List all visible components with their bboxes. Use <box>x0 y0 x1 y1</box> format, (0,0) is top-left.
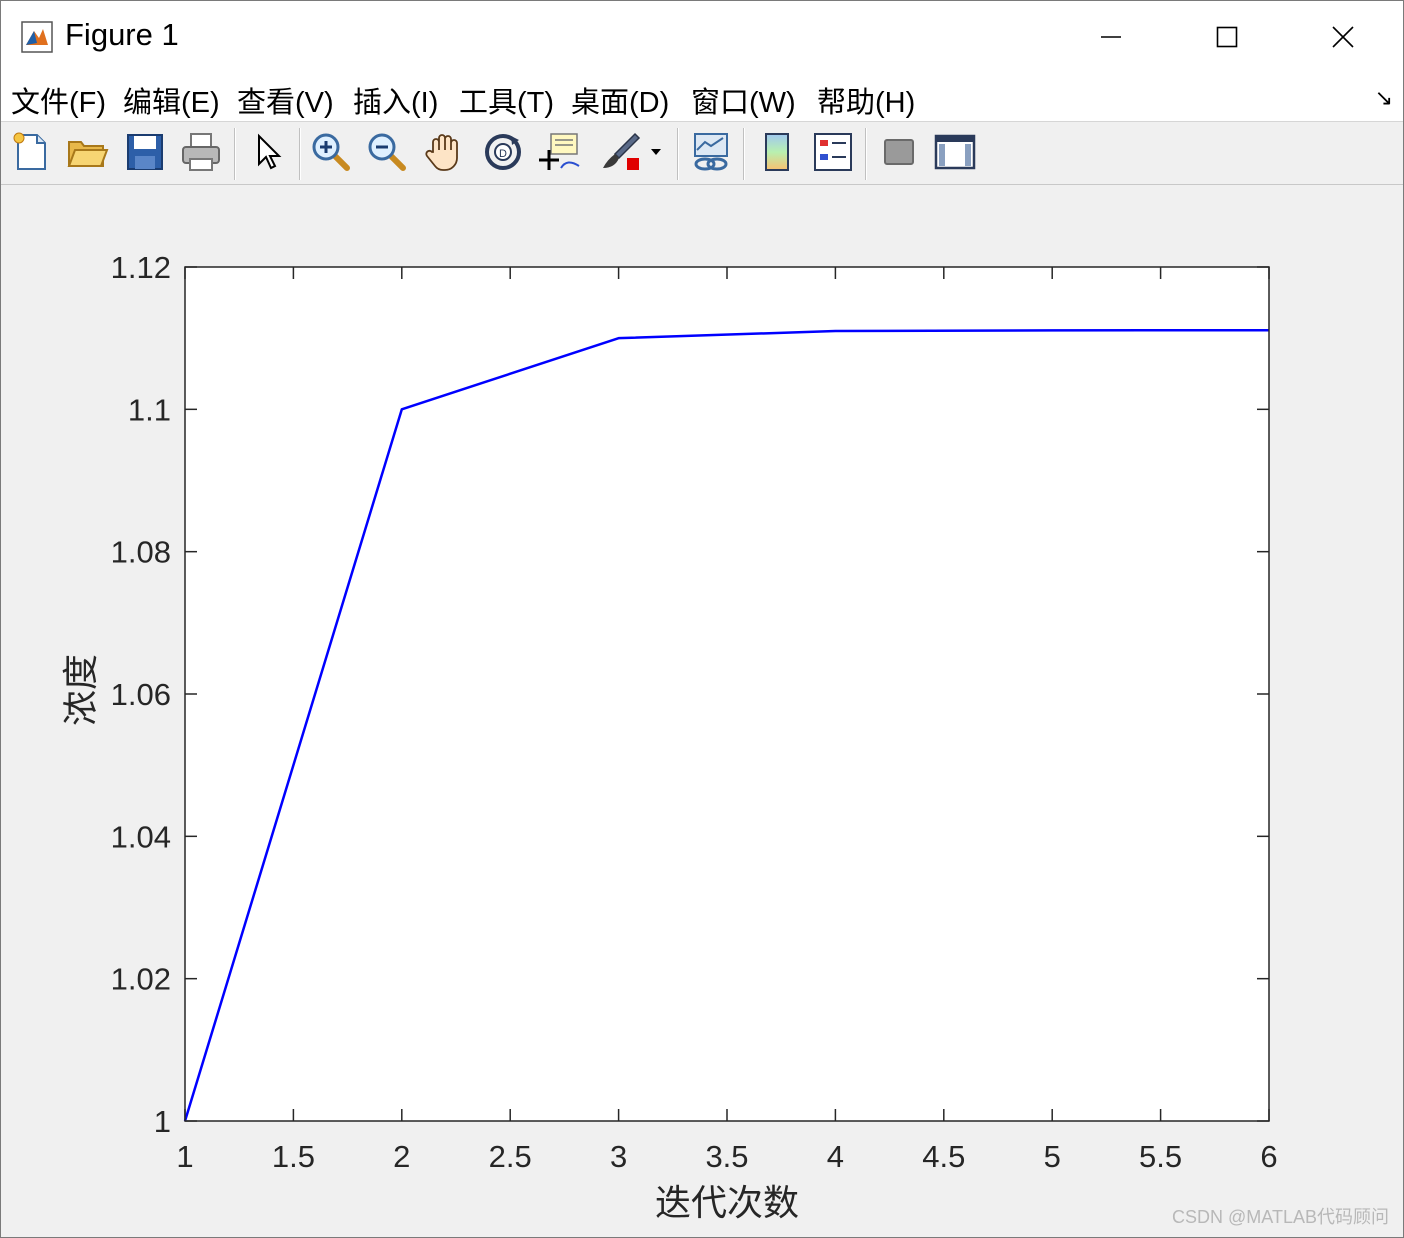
link-plot-button[interactable] <box>689 130 733 174</box>
y-tick-label: 1.04 <box>111 819 171 854</box>
edit-plot-button[interactable] <box>247 130 291 174</box>
link-plot-icon <box>694 133 728 171</box>
x-tick-label: 5 <box>1044 1139 1061 1174</box>
y-tick-label: 1.1 <box>128 392 171 427</box>
show-plot-tools-button[interactable] <box>933 130 977 174</box>
zoom-in-icon <box>312 133 350 171</box>
colorbar-icon <box>765 133 789 171</box>
x-tick-label: 1 <box>176 1139 193 1174</box>
printer-icon <box>182 133 220 171</box>
minimize-button[interactable] <box>1053 1 1169 73</box>
chevron-down-icon <box>651 149 661 155</box>
menu-bar: 文件(F) 编辑(E) 查看(V) 插入(I) 工具(T) 桌面(D) 窗口(W… <box>1 73 1403 122</box>
x-tick-label: 6 <box>1260 1139 1277 1174</box>
menu-desktop[interactable]: 桌面(D) <box>571 79 669 121</box>
pan-hand-icon <box>425 134 458 171</box>
zoom-out-button[interactable] <box>365 130 409 174</box>
insert-legend-button[interactable] <box>811 130 855 174</box>
maximize-icon <box>1216 26 1238 48</box>
minimize-icon <box>1101 36 1121 38</box>
x-axis-label: 迭代次数 <box>655 1182 799 1223</box>
maximize-button[interactable] <box>1169 1 1285 73</box>
menu-view[interactable]: 查看(V) <box>237 79 334 121</box>
x-tick-label: 3.5 <box>705 1139 748 1174</box>
hide-plot-tools-icon <box>884 139 914 165</box>
toolbar-separator <box>865 128 867 180</box>
x-tick-label: 2.5 <box>489 1139 532 1174</box>
dock-arrow-icon[interactable]: ↘ <box>1375 85 1393 111</box>
new-figure-button[interactable] <box>9 130 53 174</box>
y-tick-label: 1.12 <box>111 250 171 285</box>
menu-insert[interactable]: 插入(I) <box>353 79 438 121</box>
window-title: Figure 1 <box>65 17 179 52</box>
toolbar-separator <box>299 128 301 180</box>
zoom-in-button[interactable] <box>309 130 353 174</box>
y-tick-label: 1 <box>154 1104 171 1139</box>
axes-background <box>185 267 1269 1121</box>
menu-edit[interactable]: 编辑(E) <box>123 79 220 121</box>
rotate-3d-button[interactable]: D <box>481 130 525 174</box>
toolbar-separator <box>743 128 745 180</box>
menu-file[interactable]: 文件(F) <box>11 79 106 121</box>
pan-button[interactable] <box>423 130 467 174</box>
hide-plot-tools-button[interactable] <box>877 130 921 174</box>
open-file-button[interactable] <box>65 130 109 174</box>
new-file-icon <box>13 132 46 170</box>
menu-tools[interactable]: 工具(T) <box>459 79 554 121</box>
y-tick-label: 1.08 <box>111 535 171 570</box>
line-chart[interactable]: 1 1.5 2 2.5 3 3.5 4 4.5 5 5.5 6 1 1.02 1.04 1.06 1.08 1.… <box>1 185 1403 1237</box>
x-tick-label: 4 <box>827 1139 844 1174</box>
y-tick-label: 1.06 <box>111 677 171 712</box>
x-tick-label: 4.5 <box>922 1139 965 1174</box>
save-button[interactable] <box>123 130 167 174</box>
data-cursor-button[interactable] <box>537 130 581 174</box>
x-tick-label: 1.5 <box>272 1139 315 1174</box>
close-icon <box>1332 26 1354 48</box>
brush-icon <box>603 132 641 170</box>
x-tick-label: 2 <box>393 1139 410 1174</box>
brush-button[interactable] <box>599 130 643 174</box>
x-tick-label: 3 <box>610 1139 627 1174</box>
print-button[interactable] <box>179 130 223 174</box>
x-tick-label: 5.5 <box>1139 1139 1182 1174</box>
y-tick-label: 1.02 <box>111 962 171 997</box>
menu-window[interactable]: 窗口(W) <box>691 79 796 121</box>
figure-window: Figure 1 文件(F) 编辑(E) 查看(V) 插入(I) 工具(T) 桌… <box>0 0 1404 1238</box>
watermark-text: CSDN @MATLAB代码顾问 <box>1172 1207 1389 1227</box>
toolbar-separator <box>234 128 236 180</box>
pointer-arrow-icon <box>258 133 282 170</box>
menu-help[interactable]: 帮助(H) <box>817 79 915 121</box>
matlab-icon <box>21 21 53 53</box>
y-axis-label: 浓度 <box>60 654 101 726</box>
figure-canvas[interactable]: 1 1.5 2 2.5 3 3.5 4 4.5 5 5.5 6 1 1.02 1.04 1.06 1.08 1.… <box>1 185 1403 1237</box>
figure-toolbar: D <box>1 122 1403 185</box>
folder-open-icon <box>67 141 109 167</box>
toolbar-separator <box>677 128 679 180</box>
rotate-3d-icon: D <box>485 134 521 170</box>
insert-colorbar-button[interactable] <box>755 130 799 174</box>
data-cursor-icon <box>539 133 580 170</box>
svg-text:D: D <box>499 148 507 160</box>
show-plot-tools-icon <box>934 134 976 170</box>
title-bar: Figure 1 <box>1 1 1403 73</box>
save-icon <box>127 134 163 170</box>
legend-icon <box>814 133 852 171</box>
zoom-out-icon <box>368 133 406 171</box>
close-button[interactable] <box>1285 1 1401 73</box>
brush-dropdown[interactable] <box>647 130 665 174</box>
